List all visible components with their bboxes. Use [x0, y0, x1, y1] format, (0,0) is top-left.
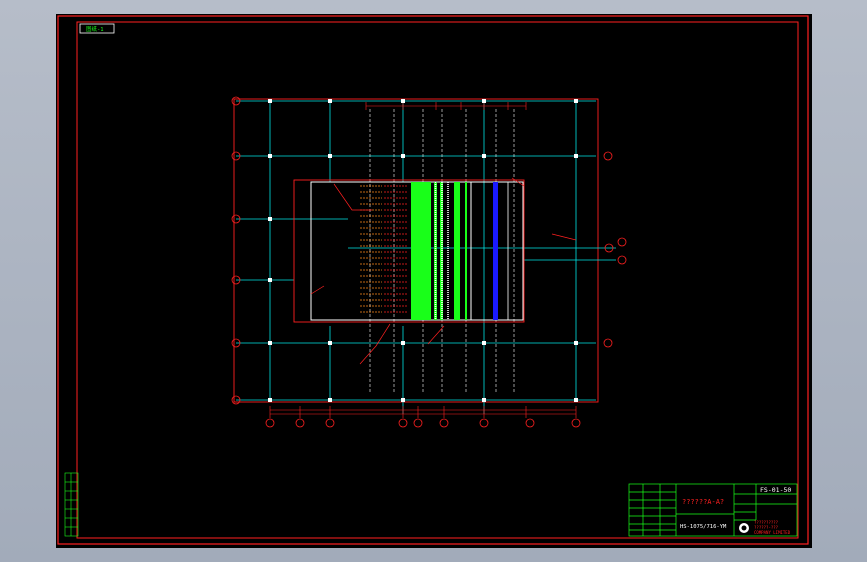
bottom-dimensions: [269, 406, 577, 418]
green-band-5: [465, 182, 467, 320]
drawing-canvas: 图纸-1 ??????A-A? FS-01-50 HS-1075/716-YM …: [57, 15, 809, 545]
revision-strip: [64, 472, 79, 537]
axis-bubbles-bottom: [265, 418, 581, 428]
company-logo: [739, 523, 749, 533]
top-dimensions: [365, 102, 527, 110]
leader-lines: [310, 177, 577, 365]
room-outline-red: [293, 179, 525, 323]
red-rows: [384, 185, 408, 313]
axis-bubbles-left: [231, 96, 241, 405]
floor-plan[interactable]: [231, 96, 627, 428]
sheet-tag: 图纸-1: [86, 25, 104, 33]
drawing-sheet[interactable]: 图纸-1 ??????A-A? FS-01-50 HS-1075/716-YM …: [56, 14, 812, 548]
axis-bubbles-right: [603, 151, 627, 348]
orange-rows: [360, 185, 382, 313]
company-line-3: COMPANY LIMITED: [754, 530, 791, 535]
outer-border: [57, 15, 809, 545]
cad-viewport[interactable]: 图纸-1 ??????A-A? FS-01-50 HS-1075/716-YM …: [0, 0, 867, 562]
green-band-4: [454, 182, 460, 320]
blue-band: [493, 182, 498, 320]
drawing-number: FS-01-50: [760, 486, 791, 494]
project-line: HS-1075/716-YM: [680, 524, 727, 530]
drawing-title: ??????A-A?: [682, 498, 724, 506]
green-band-1: [411, 182, 431, 320]
